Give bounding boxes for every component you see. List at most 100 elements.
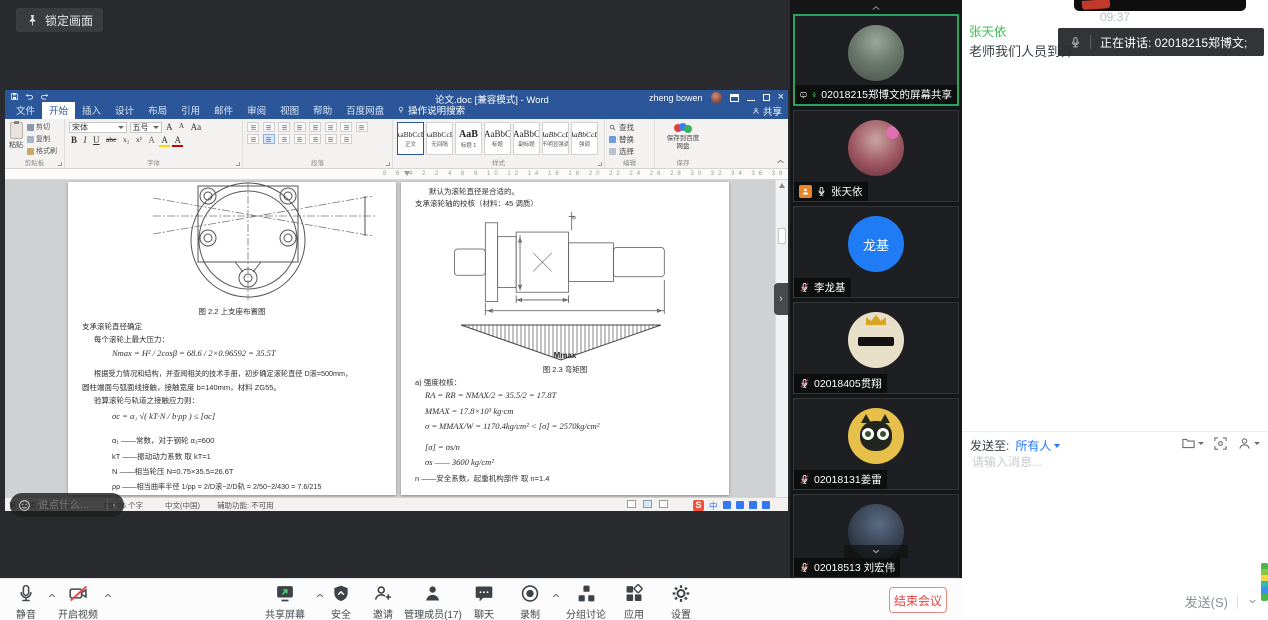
copy-button[interactable]: 复制 — [27, 134, 57, 144]
document-page-left[interactable]: 图 2.2 上支座布置图 支承滚轮直径确定 每个滚轮上最大压力： Nmax = … — [68, 182, 396, 495]
account-avatar[interactable] — [711, 92, 722, 103]
danmaku-input-bar[interactable]: ‹ — [10, 493, 124, 517]
style-heading1[interactable]: AaB标题 1 — [455, 122, 482, 155]
participant-tile-sharing[interactable]: 02018215郑博文的屏幕共享 — [793, 14, 959, 106]
align-right-button[interactable] — [278, 134, 290, 144]
font-color-button[interactable]: A — [172, 135, 183, 147]
breakout-rooms-button[interactable]: 分组讨论 — [566, 583, 606, 620]
shrink-font-button[interactable]: A — [177, 122, 186, 130]
web-layout-button[interactable] — [659, 500, 668, 508]
tab-home[interactable]: 开始 — [42, 102, 75, 119]
chat-button[interactable]: 聊天 — [474, 583, 495, 620]
share-document-button[interactable]: 共享 — [752, 104, 782, 118]
format-painter-button[interactable]: 格式刷 — [27, 146, 57, 156]
danmaku-input[interactable] — [36, 498, 102, 512]
ime-mode-indicator[interactable]: 中 — [709, 500, 718, 512]
increase-indent-button[interactable] — [309, 122, 321, 132]
line-spacing-button[interactable] — [309, 134, 321, 144]
tab-design[interactable]: 设计 — [108, 102, 141, 119]
ime-settings-icon[interactable] — [762, 501, 770, 509]
scrollbar-thumb[interactable] — [778, 228, 786, 244]
manage-members-button[interactable]: 管理成员(17) — [404, 583, 462, 620]
document-scrollbar[interactable] — [775, 180, 788, 497]
highlight-color-button[interactable]: A — [159, 135, 170, 147]
save-icon[interactable] — [10, 92, 19, 101]
align-center-button[interactable] — [263, 134, 275, 144]
video-panel-toggle[interactable]: › — [774, 283, 788, 315]
participant-tile[interactable]: 02018513 刘宏伟 — [793, 494, 959, 578]
style-title[interactable]: AaBbC标题 — [484, 122, 511, 155]
participant-tile[interactable]: 02018131姜雷 — [793, 398, 959, 490]
style-no-spacing[interactable]: AaBbCcD无间隔 — [426, 122, 453, 155]
video-options-icon[interactable] — [103, 591, 114, 600]
account-name[interactable]: zheng bowen — [649, 93, 703, 103]
share-screen-button[interactable]: 共享屏幕 — [265, 583, 305, 620]
borders-button[interactable] — [340, 134, 352, 144]
tell-me-search[interactable]: 操作说明搜索 — [391, 102, 471, 119]
ime-emoji-icon[interactable] — [736, 501, 744, 509]
ime-keyboard-icon[interactable] — [749, 501, 757, 509]
share-options-icon[interactable] — [315, 591, 326, 600]
chat-sender-name[interactable]: 张天依 — [969, 21, 1007, 40]
send-file-button[interactable] — [1181, 436, 1204, 451]
ime-tool-icon[interactable] — [723, 501, 731, 509]
participant-tile[interactable]: 02018405贯翔 — [793, 302, 959, 394]
mic-options-icon[interactable] — [47, 591, 58, 600]
cut-button[interactable]: 剪切 — [27, 122, 57, 132]
ribbon-display-options-icon[interactable] — [730, 94, 739, 102]
redo-icon[interactable] — [40, 92, 49, 101]
superscript-button[interactable]: x² — [134, 135, 144, 144]
record-options-icon[interactable] — [551, 591, 562, 600]
tab-help[interactable]: 帮助 — [306, 102, 339, 119]
dialog-launcher[interactable] — [598, 162, 602, 166]
undo-icon[interactable] — [25, 92, 34, 101]
scroll-up-icon[interactable] — [869, 3, 883, 13]
send-button[interactable]: 发送(S) — [1185, 592, 1228, 611]
tab-file[interactable]: 文件 — [9, 102, 42, 119]
tab-mailings[interactable]: 邮件 — [207, 102, 240, 119]
save-to-baidu-button[interactable]: 保存到百度网盘 — [659, 122, 707, 151]
replace-button[interactable]: 替换 — [609, 134, 650, 145]
dialog-launcher[interactable] — [386, 162, 390, 166]
font-size-select[interactable]: 五号 — [130, 122, 162, 133]
select-button[interactable]: 选择 — [609, 146, 650, 157]
tab-baidu-pan[interactable]: 百度网盘 — [339, 102, 391, 119]
document-page-right[interactable]: 默认为滚轮直径是合适的。 支承滚轮轴的校核（材料：45 调质） — [401, 182, 729, 495]
dialog-launcher[interactable] — [236, 162, 240, 166]
change-case-button[interactable]: Aa — [189, 122, 204, 132]
start-video-button[interactable]: 开启视频 — [58, 583, 98, 620]
tab-references[interactable]: 引用 — [174, 102, 207, 119]
chat-message-input[interactable] — [970, 454, 1250, 470]
invite-button[interactable]: 邀请 — [373, 583, 394, 620]
multilevel-list-button[interactable] — [278, 122, 290, 132]
font-name-select[interactable]: 宋体 — [69, 122, 127, 133]
subscript-button[interactable]: x₂ — [121, 135, 131, 144]
apps-button[interactable]: 应用 — [624, 583, 645, 620]
sogou-ime-icon[interactable]: S — [693, 500, 704, 511]
find-button[interactable]: 查找 — [609, 122, 650, 133]
quick-access-toolbar[interactable] — [10, 92, 49, 101]
strikethrough-button[interactable]: abc — [104, 135, 118, 144]
style-emphasis[interactable]: AaBbCcD强调 — [571, 122, 598, 155]
security-button[interactable]: 安全 — [331, 583, 351, 620]
scroll-down-pill[interactable] — [844, 545, 908, 558]
bold-button[interactable]: B — [69, 135, 79, 145]
bullets-button[interactable] — [247, 122, 259, 132]
text-effects-button[interactable]: A — [146, 135, 157, 145]
style-subtle-emphasis[interactable]: AaBbCcD不明显强调 — [542, 122, 569, 155]
participant-tile[interactable]: 龙基 李龙基 — [793, 206, 959, 298]
tab-view[interactable]: 视图 — [273, 102, 306, 119]
underline-button[interactable]: U — [91, 135, 102, 145]
language-indicator[interactable]: 中文(中国) — [165, 500, 200, 511]
minimize-button[interactable] — [747, 100, 755, 101]
tab-review[interactable]: 审阅 — [240, 102, 273, 119]
collapse-ribbon-icon[interactable] — [776, 157, 785, 166]
smiley-icon[interactable] — [18, 499, 31, 512]
grow-font-button[interactable]: A — [164, 122, 175, 132]
end-meeting-button[interactable]: 结束会议 — [889, 587, 947, 613]
read-mode-button[interactable] — [627, 500, 636, 508]
style-subtitle[interactable]: AaBbC副标题 — [513, 122, 540, 155]
record-button[interactable]: 录制 — [520, 583, 541, 620]
accessibility-status[interactable]: 辅助功能: 不可用 — [217, 500, 274, 511]
send-to-select[interactable]: 所有人 — [1015, 437, 1060, 454]
